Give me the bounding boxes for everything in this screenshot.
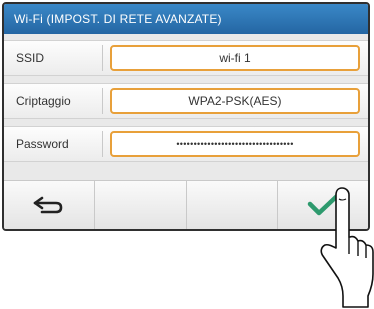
pointing-hand-icon	[320, 187, 374, 308]
settings-rows: SSID wi-fi 1 Criptaggio WPA2-PSK(AES) Pa…	[4, 40, 368, 169]
screen-title: Wi-Fi (IMPOST. DI RETE AVANZATE)	[4, 4, 368, 34]
empty-button-2[interactable]	[95, 181, 187, 229]
empty-button-3[interactable]	[187, 181, 278, 229]
password-row: Password •••••••••••••••••••••••••••••••…	[4, 126, 368, 162]
back-button[interactable]	[4, 181, 96, 229]
password-label: Password	[16, 137, 69, 151]
ssid-label: SSID	[16, 51, 45, 65]
back-arrow-icon	[33, 196, 63, 214]
encryption-field[interactable]: WPA2-PSK(AES)	[110, 88, 360, 114]
row-divider	[102, 88, 103, 114]
encryption-label: Criptaggio	[16, 94, 71, 108]
row-divider	[102, 131, 103, 157]
row-divider	[102, 45, 103, 71]
encryption-row: Criptaggio WPA2-PSK(AES)	[4, 83, 368, 119]
bottom-button-bar	[4, 180, 368, 229]
ssid-field[interactable]: wi-fi 1	[110, 45, 360, 71]
password-field[interactable]: ••••••••••••••••••••••••••••••••••	[110, 131, 360, 157]
wifi-settings-panel: Wi-Fi (IMPOST. DI RETE AVANZATE) SSID wi…	[2, 2, 370, 231]
ssid-row: SSID wi-fi 1	[4, 40, 368, 76]
